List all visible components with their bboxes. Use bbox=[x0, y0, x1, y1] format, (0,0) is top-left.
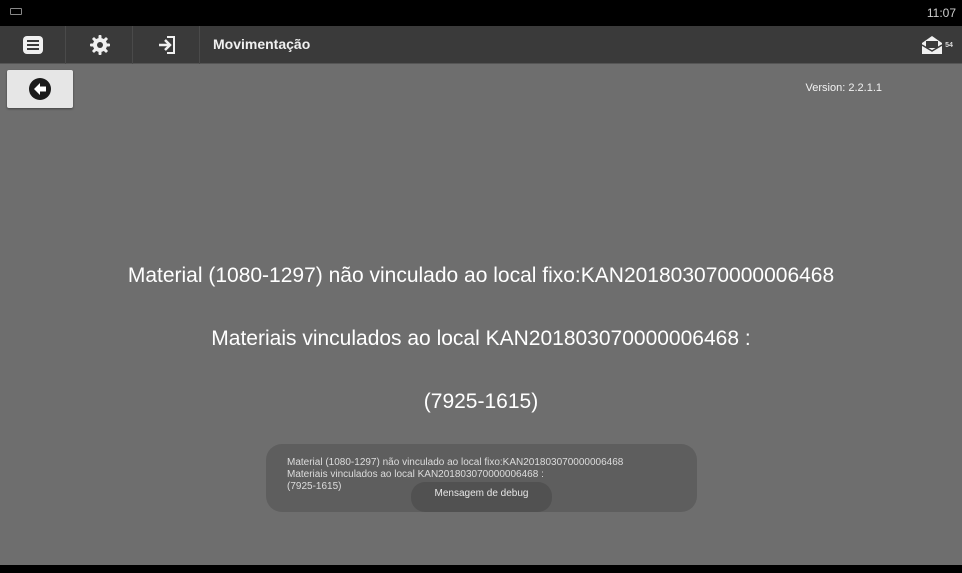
back-button[interactable] bbox=[7, 70, 73, 108]
page-title: Movimentação bbox=[213, 36, 311, 52]
messages-button[interactable]: 54 bbox=[912, 26, 962, 64]
message-count-badge: 54 bbox=[945, 41, 953, 49]
clock: 11:07 bbox=[926, 6, 956, 20]
version-label: Version: 2.2.1.1 bbox=[805, 82, 882, 94]
navigation-bar bbox=[0, 565, 962, 573]
debug-toast-title: Mensagem de debug bbox=[411, 482, 552, 512]
keyboard-icon bbox=[10, 8, 22, 15]
message-line-3: (7925-1615) bbox=[423, 390, 539, 413]
toast-line-1: Material (1080-1297) não vinculado ao lo… bbox=[287, 457, 624, 468]
message-line-1: Material (1080-1297) não vinculado ao lo… bbox=[127, 264, 835, 287]
envelope-icon bbox=[921, 36, 943, 54]
settings-button[interactable] bbox=[67, 26, 133, 64]
list-icon bbox=[22, 36, 43, 54]
sign-in-icon bbox=[158, 36, 175, 54]
menu-button[interactable] bbox=[0, 26, 66, 64]
main-content: Version: 2.2.1.1 Material (1080-1297) nã… bbox=[0, 64, 962, 565]
arrow-left-circle-icon bbox=[29, 78, 51, 100]
login-button[interactable] bbox=[134, 26, 200, 64]
gear-icon bbox=[89, 35, 110, 55]
toast-line-2: Materiais vinculados ao local KAN2018030… bbox=[287, 469, 544, 480]
status-bar: 11:07 bbox=[0, 0, 962, 26]
message-line-2: Materiais vinculados ao local KAN2018030… bbox=[211, 327, 751, 350]
action-bar: Movimentação 54 bbox=[0, 26, 962, 64]
